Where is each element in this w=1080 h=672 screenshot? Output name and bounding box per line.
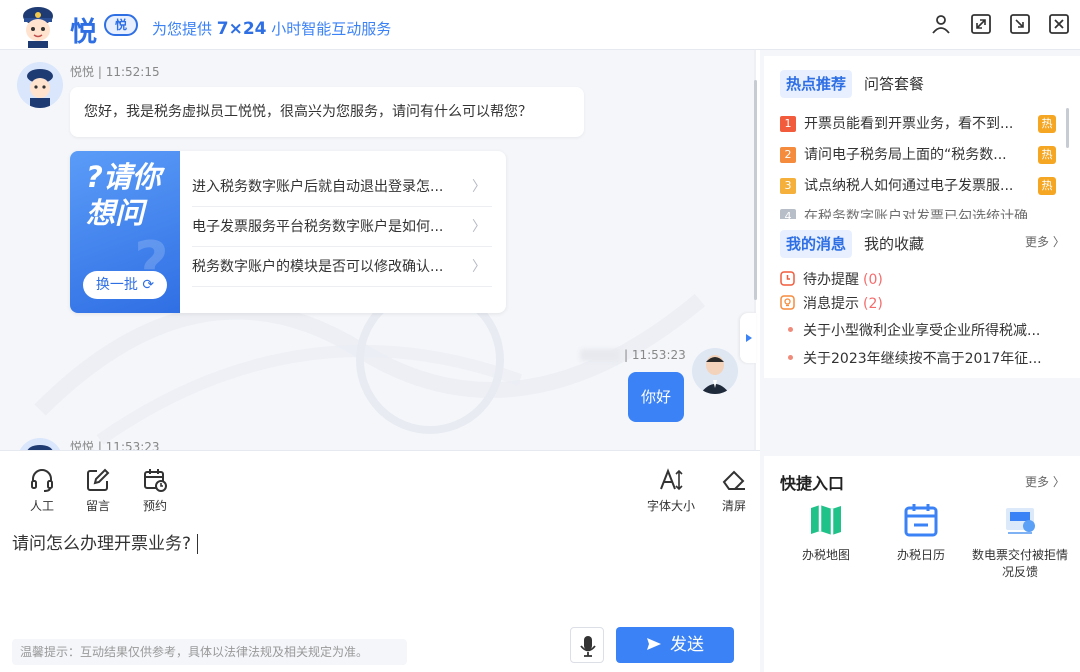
news-item[interactable]: 关于2023年继续按不高于2017年征... bbox=[788, 349, 1070, 369]
bot-avatar bbox=[17, 62, 63, 108]
bullet-icon bbox=[788, 355, 793, 360]
suggested-question[interactable]: 进入税务数字账户后就自动退出登录怎... 〉 bbox=[192, 167, 492, 207]
hot-badge: 热 bbox=[1038, 177, 1056, 195]
bot-message-bubble: 您好，我是税务虚拟员工悦悦，很高兴为您服务，请问有什么可以帮您？ bbox=[70, 87, 584, 137]
message-notice[interactable]: 消息提示 (2) bbox=[780, 294, 883, 314]
triangle-right-icon bbox=[746, 334, 752, 342]
hot-badge: 热 bbox=[1038, 115, 1056, 133]
quick-invoice-feedback[interactable]: 数电票交付被拒情况反馈 bbox=[967, 502, 1073, 580]
chevron-right-icon: 〉 bbox=[472, 179, 486, 195]
expand-icon[interactable] bbox=[970, 13, 992, 35]
text-cursor bbox=[197, 534, 199, 554]
tab-my-favorites[interactable]: 我的收藏 bbox=[864, 230, 924, 258]
map-icon bbox=[811, 505, 841, 535]
message-meta: 悦悦 | 11:52:15 bbox=[70, 65, 160, 79]
slogan: 为您提供 7×24 小时智能互动服务 bbox=[152, 19, 392, 39]
send-button[interactable]: 发送 bbox=[616, 627, 734, 663]
user-icon[interactable] bbox=[930, 13, 952, 35]
tab-my-messages[interactable]: 我的消息 bbox=[780, 230, 853, 258]
tab-qa-package[interactable]: 问答套餐 bbox=[864, 70, 924, 98]
leave-message-button[interactable]: 留言 bbox=[73, 467, 123, 514]
user-avatar-icon bbox=[692, 348, 738, 394]
input-area: 人工 留言 预约 字体大小 清屏 请问怎么办理开票业务? 温馨提示：互动结果仅供 bbox=[0, 450, 760, 672]
voice-input-button[interactable] bbox=[570, 627, 604, 663]
user-message-bubble: 你好 bbox=[628, 372, 684, 422]
invoice-feedback-icon bbox=[1006, 508, 1035, 534]
hot-item[interactable]: 4 在税务数字账户对发票已勾选统计确 bbox=[780, 207, 1070, 219]
message-input[interactable]: 请问怎么办理开票业务? bbox=[12, 529, 199, 554]
user-name-redacted bbox=[580, 349, 620, 361]
close-icon[interactable] bbox=[1048, 13, 1070, 35]
tab-hot-recommend[interactable]: 热点推荐 bbox=[780, 70, 853, 98]
calendar-clock-icon bbox=[144, 469, 167, 492]
suggested-question[interactable]: 电子发票服务平台税务数字账户是如何... 〉 bbox=[192, 207, 492, 247]
more-link[interactable]: 更多 〉 bbox=[1025, 233, 1065, 250]
hot-item[interactable]: 3 试点纳税人如何通过电子发票服... bbox=[780, 176, 1070, 196]
assistant-logo-icon bbox=[23, 7, 53, 48]
user-avatar bbox=[692, 348, 738, 394]
suggested-questions-card: ?请你想问 ? 换一批 ⟳ 进入税务数字账户后就自动退出登录怎... 〉 电子发票… bbox=[70, 151, 506, 313]
minimize-icon[interactable] bbox=[1009, 13, 1031, 35]
font-size-icon bbox=[660, 468, 683, 491]
hot-item[interactable]: 1 开票员能看到开票业务，看不到... bbox=[780, 114, 1070, 134]
hot-item[interactable]: 2 请问电子税务局上面的“税务数... bbox=[780, 145, 1070, 165]
chat-scrollbar-thumb[interactable] bbox=[754, 80, 757, 300]
brand-logo: 悦 bbox=[70, 17, 97, 48]
news-item[interactable]: 关于小型微利企业享受企业所得税减... bbox=[788, 321, 1070, 341]
quick-tax-map[interactable]: 办税地图 bbox=[776, 502, 876, 563]
appointment-button[interactable]: 预约 bbox=[130, 467, 180, 514]
brand-badge: 悦 bbox=[104, 14, 138, 36]
font-size-button[interactable]: 字体大小 bbox=[642, 467, 700, 514]
headset-icon bbox=[31, 469, 53, 492]
user-message-meta: | 11:53:23 bbox=[624, 348, 686, 362]
bulb-icon bbox=[780, 295, 795, 310]
hot-list-scrollbar[interactable] bbox=[1066, 108, 1069, 148]
message-meta: 悦悦 | 11:53:23 bbox=[70, 440, 160, 450]
chevron-right-icon: 〉 bbox=[472, 219, 486, 235]
card-title: ?请你想问 bbox=[86, 160, 161, 230]
send-icon bbox=[647, 638, 661, 650]
microphone-icon bbox=[580, 636, 596, 657]
bullet-icon bbox=[788, 327, 793, 332]
edit-icon bbox=[87, 468, 110, 491]
quick-tax-calendar[interactable]: 办税日历 bbox=[871, 502, 971, 563]
hot-badge: 热 bbox=[1038, 146, 1056, 164]
card-banner: ?请你想问 ? 换一批 ⟳ bbox=[70, 151, 180, 313]
quick-entry-title: 快捷入口 bbox=[780, 474, 845, 493]
calendar-icon bbox=[904, 504, 938, 537]
bot-avatar-icon bbox=[17, 62, 63, 108]
disclaimer-tip: 温馨提示：互动结果仅供参考，具体以法律法规及相关规定为准。 bbox=[12, 639, 407, 665]
chevron-right-icon: 〉 bbox=[472, 259, 486, 275]
swap-batch-button[interactable]: 换一批 ⟳ bbox=[83, 271, 167, 299]
app-header: 悦 悦 为您提供 7×24 小时智能互动服务 bbox=[0, 0, 1080, 50]
todo-reminder[interactable]: 待办提醒 (0) bbox=[780, 270, 883, 290]
eraser-icon bbox=[722, 470, 745, 490]
suggested-question[interactable]: 税务数字账户的模块是否可以修改确认... 〉 bbox=[192, 247, 492, 287]
collapse-panel-button[interactable] bbox=[740, 313, 756, 363]
chat-area: 悦悦 | 11:52:15 您好，我是税务虚拟员工悦悦，很高兴为您服务，请问有什… bbox=[0, 50, 756, 450]
clock-icon bbox=[780, 271, 795, 286]
human-agent-button[interactable]: 人工 bbox=[17, 467, 67, 514]
quick-more-link[interactable]: 更多 〉 bbox=[1025, 473, 1065, 490]
clear-screen-button[interactable]: 清屏 bbox=[709, 467, 759, 514]
